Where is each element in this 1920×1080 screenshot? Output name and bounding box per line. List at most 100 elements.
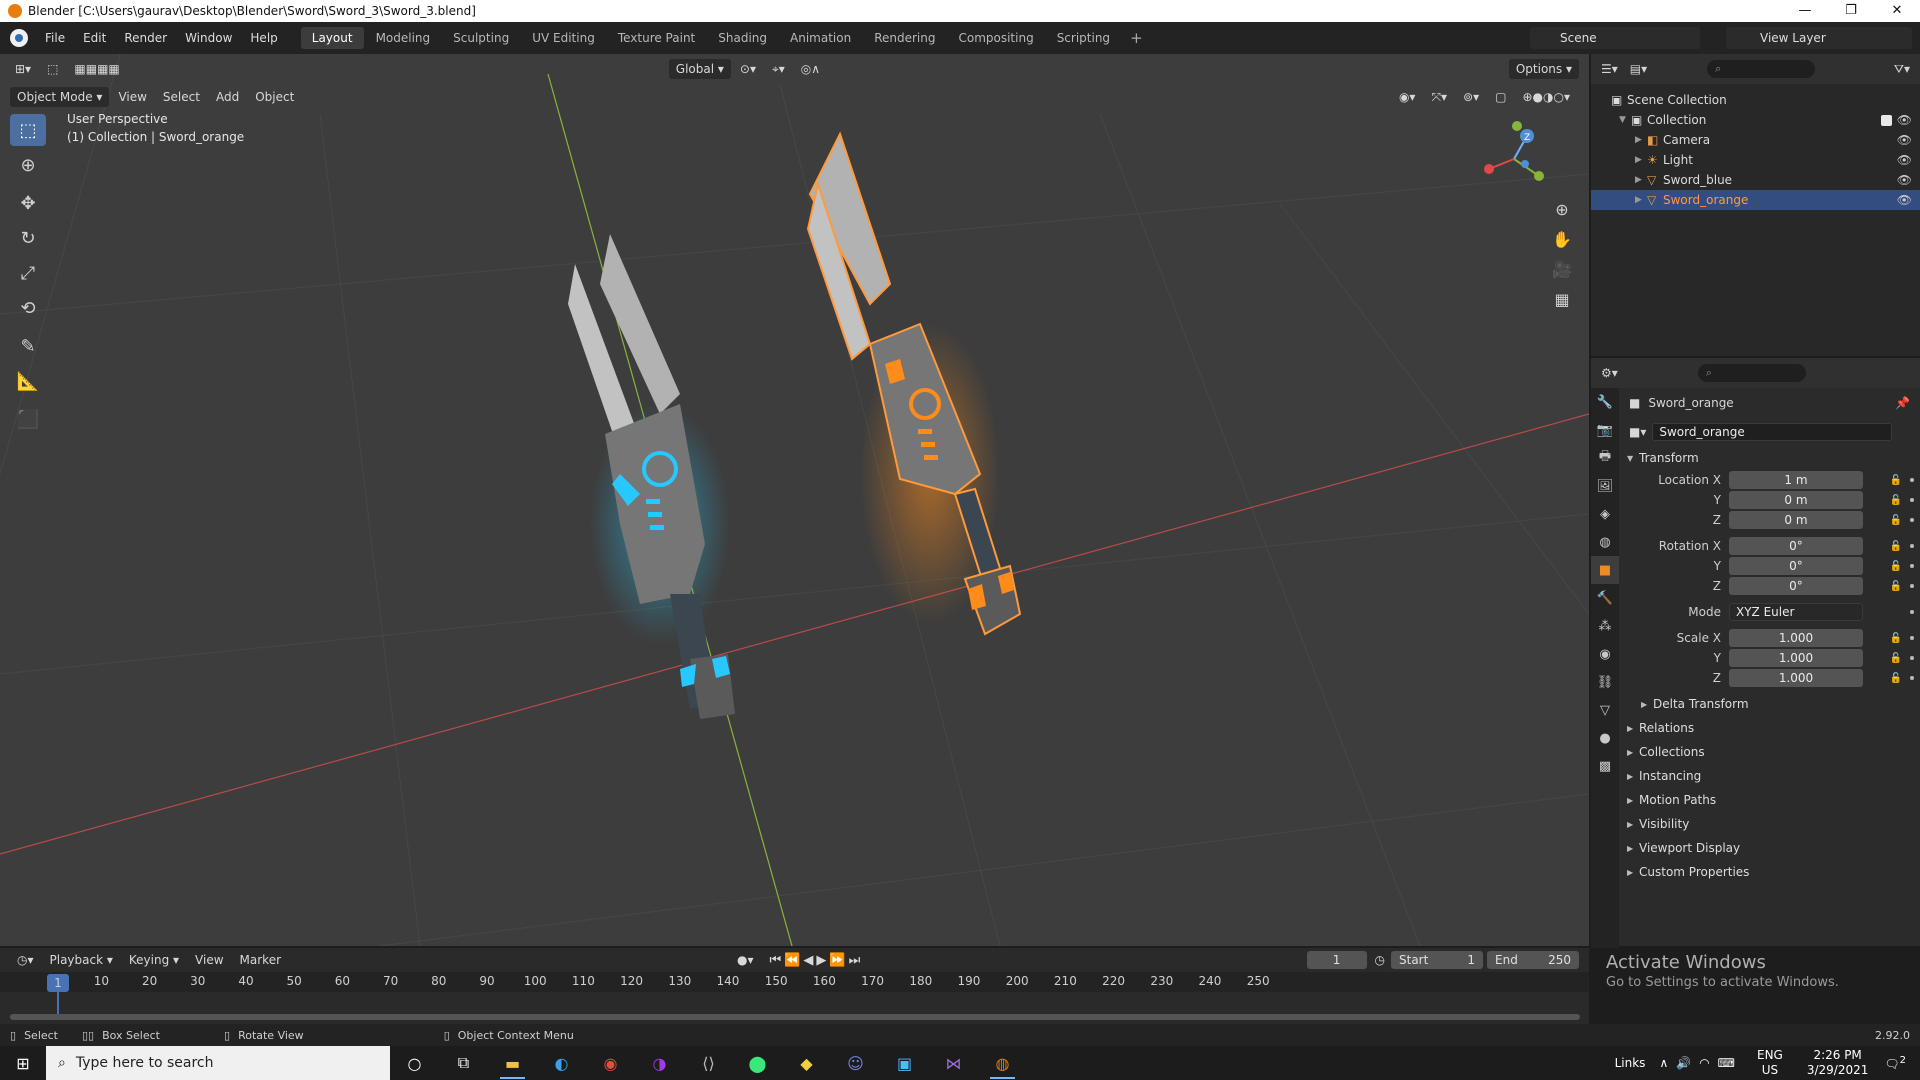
- particles-tab-icon[interactable]: ⁂: [1591, 612, 1619, 640]
- eye-icon[interactable]: 👁: [1897, 193, 1912, 207]
- clock[interactable]: 2:26 PM 3/29/2021: [1807, 1048, 1869, 1078]
- lock-icon[interactable]: 🔓: [1890, 673, 1902, 684]
- material-tab-icon[interactable]: ●: [1591, 724, 1619, 752]
- tab-modeling[interactable]: Modeling: [365, 27, 442, 49]
- eye-icon[interactable]: 👁: [1897, 173, 1912, 187]
- tab-animation[interactable]: Animation: [779, 27, 862, 49]
- blender-logo-icon[interactable]: [10, 29, 28, 47]
- sword-orange-object[interactable]: [806, 131, 1022, 636]
- collections-panel[interactable]: ▶ Collections: [1619, 740, 1920, 764]
- overlay-toggle-icon[interactable]: ⊚▾: [1456, 87, 1486, 107]
- tab-layout[interactable]: Layout: [300, 27, 364, 49]
- filter-icon[interactable]: ⛛▾: [1894, 62, 1910, 77]
- texture-tab-icon[interactable]: ▩: [1591, 752, 1619, 780]
- keyframe-dot[interactable]: [1910, 636, 1914, 640]
- motion-paths-panel[interactable]: ▶ Motion Paths: [1619, 788, 1920, 812]
- current-frame-field[interactable]: 1: [1306, 951, 1367, 969]
- delta-transform-panel[interactable]: ▶ Delta Transform: [1619, 692, 1920, 716]
- transform-panel-header[interactable]: ▼ Transform: [1619, 446, 1920, 470]
- expand-arrow-icon[interactable]: ▶: [1635, 135, 1647, 145]
- tab-texture-paint[interactable]: Texture Paint: [607, 27, 706, 49]
- maps-app-icon[interactable]: ⬤: [733, 1046, 782, 1080]
- outliner-item-light[interactable]: ▶ ☀ Light 👁: [1591, 150, 1920, 170]
- keyframe-dot[interactable]: [1910, 518, 1914, 522]
- taskbar-search-input[interactable]: ⌕ Type here to search: [46, 1046, 390, 1080]
- input-language[interactable]: ENG US: [1757, 1048, 1783, 1078]
- selection-modes-icon[interactable]: ▦▦▦▦: [67, 59, 126, 79]
- tray-overflow-icon[interactable]: ∧: [1659, 1056, 1668, 1070]
- frame-ruler[interactable]: 1 10 20 30 40 50 60 70 80 90 100 110 120 130 140 150 16…: [0, 972, 1589, 992]
- select-tool-icon[interactable]: ⬚: [40, 59, 65, 79]
- tab-compositing[interactable]: Compositing: [947, 27, 1044, 49]
- cortana-icon[interactable]: ○: [390, 1046, 439, 1080]
- git-app-icon[interactable]: ⟨⟩: [684, 1046, 733, 1080]
- outliner-collection[interactable]: ▼ ▣ Collection 👁: [1591, 110, 1920, 130]
- clock-icon[interactable]: ◷: [1375, 953, 1385, 967]
- collection-checkbox[interactable]: [1881, 114, 1892, 126]
- add-workspace-icon[interactable]: +: [1122, 29, 1151, 47]
- expand-arrow-icon[interactable]: ▼: [1619, 115, 1631, 125]
- pan-hand-icon[interactable]: ✋: [1549, 224, 1575, 254]
- display-mode-icon[interactable]: ▤▾: [1630, 62, 1647, 76]
- python-app-icon[interactable]: ◆: [782, 1046, 831, 1080]
- navigation-gizmo[interactable]: Z: [1469, 114, 1559, 204]
- select-box-tool-icon[interactable]: ⬚: [10, 114, 46, 146]
- lock-icon[interactable]: 🔓: [1890, 633, 1902, 644]
- outliner-editor-type-icon[interactable]: ☰▾: [1601, 62, 1618, 76]
- file-explorer-icon[interactable]: ▬: [488, 1046, 537, 1080]
- current-frame-marker[interactable]: 1: [47, 974, 69, 992]
- menu-render[interactable]: Render: [115, 22, 176, 54]
- view-layer-selector[interactable]: View Layer: [1726, 27, 1912, 49]
- end-frame-field[interactable]: End 250: [1487, 951, 1579, 969]
- location-z-field[interactable]: 0 m: [1729, 511, 1863, 529]
- rotation-mode-dropdown[interactable]: XYZ Euler: [1729, 603, 1863, 621]
- gizmo-toggle-icon[interactable]: ⤧▾: [1424, 87, 1454, 107]
- menu-edit[interactable]: Edit: [74, 22, 115, 54]
- menu-keying[interactable]: Keying ▾: [122, 950, 186, 970]
- zoom-icon[interactable]: ⊕: [1549, 194, 1575, 224]
- custom-properties-panel[interactable]: ▶ Custom Properties: [1619, 860, 1920, 884]
- eye-icon[interactable]: 👁: [1897, 133, 1912, 147]
- lock-icon[interactable]: 🔓: [1890, 475, 1902, 486]
- task-view-icon[interactable]: ⧉: [439, 1046, 488, 1080]
- output-tab-icon[interactable]: 🖶: [1591, 444, 1619, 472]
- properties-search-input[interactable]: ⌕: [1697, 364, 1806, 382]
- physics-tab-icon[interactable]: ◉: [1591, 640, 1619, 668]
- transform-tool-icon[interactable]: ⟲: [10, 292, 46, 324]
- keyframe-dot[interactable]: [1910, 478, 1914, 482]
- keyframe-dot[interactable]: [1910, 610, 1914, 614]
- expand-arrow-icon[interactable]: ▶: [1635, 155, 1647, 165]
- menu-file[interactable]: File: [36, 22, 74, 54]
- keyframe-dot[interactable]: [1910, 544, 1914, 548]
- visibility-panel[interactable]: ▶ Visibility: [1619, 812, 1920, 836]
- keyframe-dot[interactable]: [1910, 498, 1914, 502]
- pin-icon[interactable]: 📌: [1895, 396, 1910, 410]
- scale-tool-icon[interactable]: ⤢: [10, 257, 46, 289]
- menu-add[interactable]: Add: [209, 87, 246, 107]
- 3d-viewport[interactable]: ⊞▾ ⬚ ▦▦▦▦ Global ▾ ⊙▾ ⌖▾ ◎∧ Options ▾ Ob…: [0, 54, 1589, 946]
- rotation-z-field[interactable]: 0°: [1729, 577, 1863, 595]
- menu-object[interactable]: Object: [248, 87, 301, 107]
- tab-shading[interactable]: Shading: [707, 27, 778, 49]
- scale-y-field[interactable]: 1.000: [1729, 649, 1863, 667]
- menu-window[interactable]: Window: [176, 22, 241, 54]
- editor-type-icon[interactable]: ⊞▾: [8, 59, 38, 79]
- outliner-scene-collection[interactable]: ▣ Scene Collection: [1591, 90, 1920, 110]
- object-mode-dropdown[interactable]: Object Mode ▾: [10, 87, 110, 107]
- visual-studio-icon[interactable]: ⋈: [929, 1046, 978, 1080]
- close-icon[interactable]: ✕: [1874, 0, 1920, 22]
- keyframe-dot[interactable]: [1910, 564, 1914, 568]
- eye-icon[interactable]: 👁: [1897, 113, 1912, 127]
- menu-marker[interactable]: Marker: [233, 950, 288, 970]
- menu-playback[interactable]: Playback ▾: [43, 950, 120, 970]
- object-tab-icon[interactable]: ■: [1591, 556, 1619, 584]
- scene-tab-icon[interactable]: ◈: [1591, 500, 1619, 528]
- lock-icon[interactable]: 🔓: [1890, 541, 1902, 552]
- render-tab-icon[interactable]: 📷: [1591, 416, 1619, 444]
- menu-timeline-view[interactable]: View: [188, 950, 230, 970]
- snap-icon[interactable]: ⌖▾: [765, 59, 792, 79]
- outliner-search-input[interactable]: ⌕: [1707, 60, 1816, 78]
- sword-blue-object[interactable]: [568, 234, 735, 719]
- pivot-point-icon[interactable]: ⊙▾: [733, 59, 763, 79]
- keyframe-dot[interactable]: [1910, 584, 1914, 588]
